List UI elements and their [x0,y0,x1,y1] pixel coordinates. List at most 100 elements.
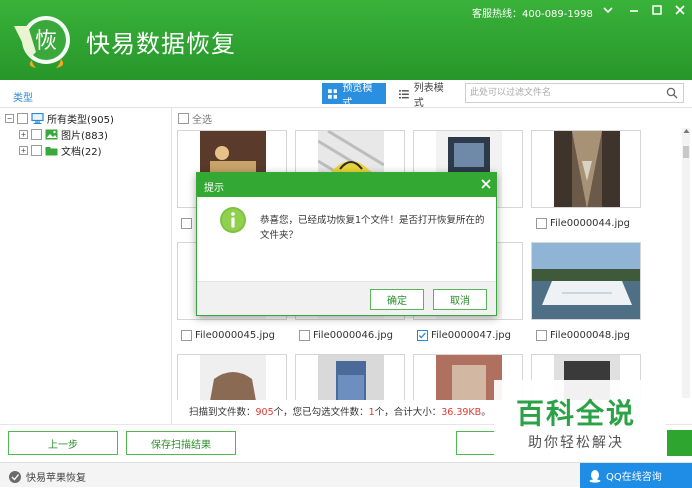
file-checkbox[interactable] [299,329,310,341]
file-name: File0000048.jpg [550,329,630,341]
scroll-up-icon[interactable] [683,128,690,134]
info-icon [220,207,246,233]
watermark-subtitle: 助你轻松解决 [528,435,624,451]
total-size: 36.39KB [441,407,482,418]
photo-thumbnail [532,243,640,319]
list-icon [399,89,409,98]
dialog-footer: 确定 取消 [197,281,496,315]
recovery-icon [9,470,21,483]
logo-text: 恢 [35,29,57,54]
file-name-row: File0000047.jpg [417,328,511,342]
expand-toggle-icon[interactable]: + [19,129,28,139]
file-name: File0000045.jpg [195,329,275,341]
recover-button-edge[interactable] [456,431,496,455]
prev-step-button[interactable]: 上一步 [8,431,118,455]
image-icon [45,129,58,139]
expand-toggle-icon[interactable]: + [19,145,28,155]
file-name: File0000047.jpg [431,329,511,341]
status-label: 扫描到文件数： [189,407,256,418]
file-name-row: File0000045.jpg [181,328,275,342]
computer-icon [31,112,44,124]
file-name-row: File0000044.jpg [536,216,630,230]
title-bar: 恢 快易数据恢复 客服热线：400-089-1998 [0,0,692,80]
watermark-title: 百科全说 [516,397,637,430]
tree-item-label: 文档(22) [61,146,102,158]
tree-item-all[interactable]: − 所有类型(905) [5,111,114,126]
file-checkbox[interactable] [181,217,192,229]
app-title: 快易数据恢复 [86,30,236,58]
file-thumbnail[interactable] [531,242,641,320]
toolbar: 类型 预览模式 列表模式 [0,80,692,109]
save-scan-result-button[interactable]: 保存扫描结果 [126,431,236,455]
scan-status: 扫描到文件数：905个，您已勾选文件数：1个，合计大小：36.39KB。 [189,404,491,418]
watermark: 百科全说 助你轻松解决 [494,380,666,462]
preview-mode-label: 预览模式 [342,82,373,109]
search-box [465,83,684,103]
photo-thumbnail [200,355,266,400]
checkbox[interactable] [31,144,42,156]
scanned-count: 905 [255,407,274,418]
hotline-text: 客服热线：400-089-1998 [472,9,593,20]
dialog-title: 提示 [204,183,224,194]
status-label: 。 [481,407,491,418]
file-name: File0000044.jpg [550,217,630,229]
select-all-checkbox[interactable] [178,113,189,124]
close-icon[interactable] [672,2,688,18]
folder-icon [45,146,58,155]
qq-consult-label: QQ在线咨询 [606,472,662,483]
file-name-row: File0000046.jpg [299,328,393,342]
qq-consult-button[interactable]: QQ在线咨询 [580,463,692,488]
search-icon[interactable] [666,87,678,99]
photo-thumbnail [554,131,620,207]
file-checkbox[interactable] [181,329,192,341]
preview-mode-button[interactable]: 预览模式 [322,83,386,109]
status-label: 个，您已勾选文件数： [273,407,369,418]
file-thumbnail[interactable] [177,354,287,400]
search-input[interactable] [470,86,660,100]
checkmark-icon [418,332,426,338]
apple-recovery-link[interactable]: 快易苹果恢复 [8,469,86,484]
type-label: 类型 [13,93,33,104]
status-label: 个，合计大小： [374,407,442,418]
photo-thumbnail [318,355,384,400]
file-checkbox[interactable] [536,329,547,341]
checkbox[interactable] [17,112,28,124]
dialog-message: 恭喜您，已经成功恢复1个文件！是否打开恢复所在的文件夹？ [260,215,485,241]
footer: 快易苹果恢复 QQ在线咨询 [0,462,692,488]
scrollbar-thumb[interactable] [683,146,689,158]
list-mode-label: 列表模式 [413,82,444,109]
maximize-icon[interactable] [649,2,665,18]
scrollbar-track[interactable] [682,128,690,398]
tree-item-images[interactable]: + 图片(883) [19,127,108,142]
file-name-row [181,216,195,230]
apple-recovery-label: 快易苹果恢复 [26,473,86,484]
list-mode-button[interactable]: 列表模式 [393,83,459,109]
file-type-tree: − 所有类型(905) + 图片(883) + 文档(22) [0,108,172,424]
cancel-button[interactable]: 取消 [433,289,487,310]
grid-icon [328,88,338,99]
file-name: File0000046.jpg [313,329,393,341]
minimize-icon[interactable] [626,2,642,18]
collapse-toggle-icon[interactable]: − [5,113,14,123]
confirm-button[interactable]: 确定 [370,289,424,310]
collapse-icon[interactable] [600,2,616,18]
tree-item-documents[interactable]: + 文档(22) [19,143,102,158]
recover-button[interactable] [667,430,692,456]
dialog-close-icon[interactable] [479,177,493,191]
select-all[interactable]: 全选 [178,111,212,126]
file-checkbox-checked[interactable] [417,329,428,341]
tree-item-label: 所有类型(905) [47,114,114,126]
tree-item-label: 图片(883) [61,130,108,142]
app-logo-icon: 恢 [14,16,70,68]
qq-icon [589,469,601,483]
select-all-label: 全选 [192,115,212,126]
file-checkbox[interactable] [536,217,547,229]
dialog-header: 提示 [197,173,496,197]
recovery-success-dialog: 提示 恭喜您，已经成功恢复1个文件！是否打开恢复所在的文件夹？ 确定 取消 [196,172,497,316]
checkbox[interactable] [31,128,42,140]
dialog-body: 恭喜您，已经成功恢复1个文件！是否打开恢复所在的文件夹？ [197,197,496,281]
photo-thumbnail [436,355,502,400]
file-thumbnail[interactable] [295,354,405,400]
file-thumbnail[interactable] [531,130,641,208]
file-name-row: File0000048.jpg [536,328,630,342]
